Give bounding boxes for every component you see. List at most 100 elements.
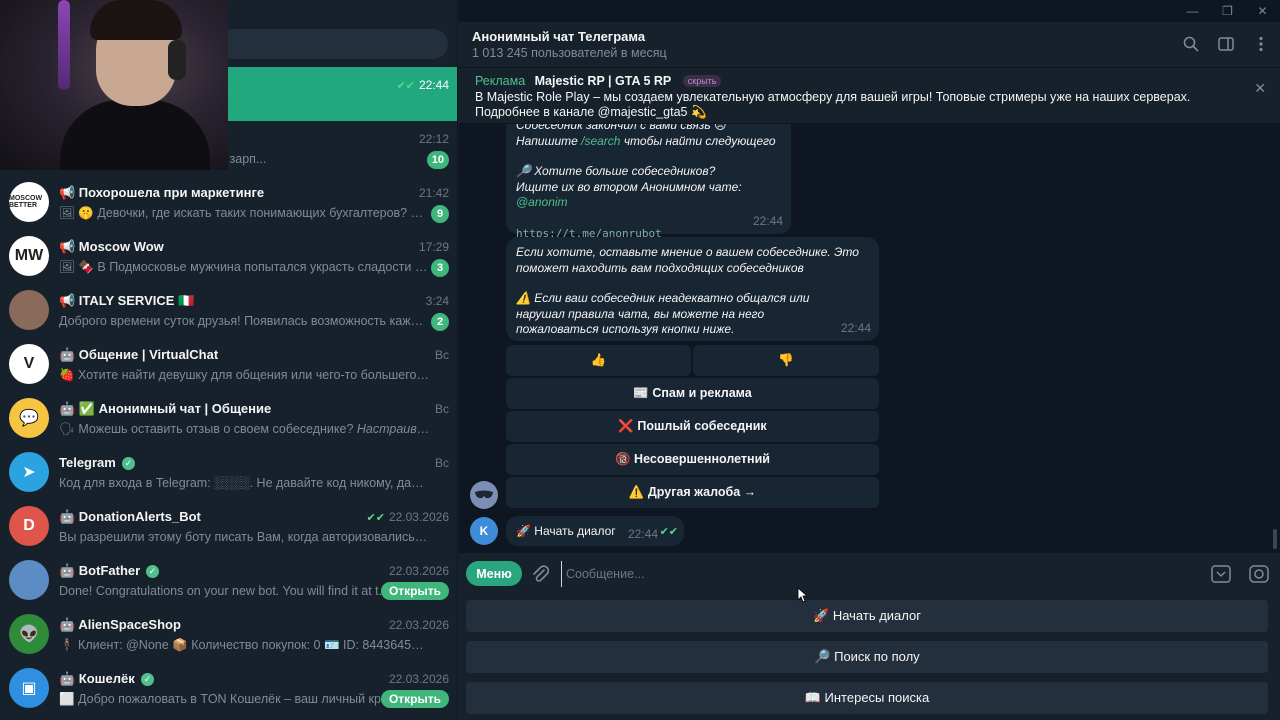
ad-hide-button[interactable]: скрыть: [682, 75, 722, 87]
chat-avatar: V: [9, 344, 49, 384]
minimize-icon[interactable]: —: [1175, 0, 1210, 22]
open-app-button[interactable]: Открыть: [380, 690, 449, 708]
message-time: 22:44: [627, 527, 658, 541]
close-icon[interactable]: ✕: [1254, 80, 1266, 97]
dislike-button[interactable]: 👎: [693, 345, 879, 376]
chat-preview: 🖼 🍫 В Подмосковье мужчина попытался укра…: [59, 260, 429, 274]
report-minor-button[interactable]: 🔞 Несовершеннолетний: [506, 444, 879, 475]
close-window-icon[interactable]: ✕: [1245, 0, 1280, 22]
open-app-button[interactable]: Открыть: [380, 582, 449, 600]
message-text: 🚀 Начать диалог: [516, 524, 616, 538]
chat-list-item[interactable]: V 🤖 Общение | VirtualChat Вс 🍓 Хотите найти…: [0, 337, 457, 391]
start-dialog-button[interactable]: 🚀 Начать диалог: [466, 600, 1268, 632]
bot-keyboard-icon[interactable]: [1210, 563, 1232, 585]
sponsored-banner[interactable]: Реклама Majestic RP | GTA 5 RP скрыть В …: [459, 67, 1280, 123]
report-other-button[interactable]: ⚠️ Другая жалоба →: [506, 477, 879, 508]
unread-badge: 10: [426, 151, 449, 169]
chat-time: 17:29: [418, 240, 449, 254]
message-composer: Меню: [459, 553, 1280, 595]
bot-message: Собеседник закончил с вами связь 😞 Напиш…: [506, 124, 791, 240]
bot-menu-button[interactable]: Меню: [466, 561, 522, 586]
chat-avatar: D: [9, 506, 49, 546]
chat-list-item[interactable]: 🤖 BotFather ✓ 22.03.2026 Done! Congratulati…: [0, 553, 457, 607]
chat-avatar: MW: [9, 236, 49, 276]
message-time: 22:44: [840, 320, 871, 335]
chat-time: Вс: [434, 348, 449, 362]
report-spam-button[interactable]: 📰 Спам и реклама: [506, 378, 879, 409]
chat-list-item[interactable]: MOSCOW BETTER 📢 Похорошела при маркетинге…: [0, 175, 457, 229]
like-button[interactable]: 👍: [506, 345, 691, 376]
message-text: 🔎 Хотите больше собеседников?: [516, 164, 716, 178]
message-text: Если хотите, оставьте мнение о вашем соб…: [516, 245, 859, 275]
chat-name: 📢 ITALY SERVICE 🇮🇹: [59, 293, 195, 308]
chat-list-item[interactable]: 💬 🤖 ✅ Анонимный чат | Общение Вс 🗣 Можешь о…: [0, 391, 457, 445]
camera-icon[interactable]: [1248, 563, 1270, 585]
report-vulgar-button[interactable]: ❌ Пошлый собеседник: [506, 411, 879, 442]
chat-list-item[interactable]: D 🤖 DonationAlerts_Bot ✔✔ 22.03.2026 Вы разр…: [0, 499, 457, 553]
message-text: Собеседник закончил с вами связь 😞: [516, 124, 727, 132]
chat-header[interactable]: Анонимный чат Телеграма 1 013 245 пользо…: [459, 22, 1280, 67]
chat-name: 🤖 Общение | VirtualChat: [59, 347, 219, 362]
command-link[interactable]: /search: [581, 134, 620, 148]
chat-avatar: ➤: [9, 452, 49, 492]
chat-avatar: 💬: [9, 398, 49, 438]
chat-name: 📢 Похорошела при маркетинге: [59, 185, 265, 200]
restore-icon[interactable]: ❐: [1210, 0, 1245, 22]
chat-time: 22.03.2026: [388, 618, 449, 632]
message-list: Собеседник закончил с вами связь 😞 Напиш…: [459, 124, 1280, 552]
chat-time: 22.03.2026: [388, 564, 449, 578]
chat-subtitle: 1 013 245 пользователей в месяц: [472, 46, 667, 60]
read-checkmarks-icon: ✔✔: [396, 80, 415, 92]
chat-time: 21:42: [418, 186, 449, 200]
read-checkmarks-icon: ✔✔: [366, 512, 385, 524]
chat-list-item[interactable]: MW 📢 Moscow Wow 17:29 🖼 🍫 В Подмосковье муж…: [0, 229, 457, 283]
chat-list-item[interactable]: ▣ 🤖 Кошелёк ✓ 22.03.2026 ⬜ Добро пожаловать …: [0, 661, 457, 715]
chat-preview: ⬜ Добро пожаловать в TON Кошелёк – ваш л…: [59, 692, 399, 706]
chat-avatar: MOSCOW BETTER: [9, 182, 49, 222]
scrollbar[interactable]: [1273, 529, 1277, 549]
user-message: 🚀 Начать диалог 22:44 ✔✔: [506, 516, 684, 546]
verified-icon: ✓: [122, 457, 135, 470]
chat-preview: 🍓 Хотите найти девушку для общения или ч…: [59, 368, 429, 382]
chat-preview: 🗣 Можешь оставить отзыв о своем собеседн…: [59, 422, 429, 436]
chat-name: 🤖 Кошелёк: [59, 671, 135, 686]
ad-tag: Реклама: [475, 74, 526, 88]
verified-icon: ✓: [146, 565, 159, 578]
chat-avatar: ▣: [9, 668, 49, 708]
paperclip-icon[interactable]: [529, 563, 551, 585]
search-interests-button[interactable]: 📖 Интересы поиска: [466, 682, 1268, 714]
user-avatar[interactable]: K: [470, 517, 498, 545]
chat-time: Вс: [434, 402, 449, 416]
webcam-overlay: [0, 0, 228, 170]
bot-avatar[interactable]: [470, 481, 498, 509]
chat-list-item[interactable]: 👽 🤖 AlienSpaceShop 22.03.2026 🕴 Клиент: @No…: [0, 607, 457, 661]
chat-preview: 🖼 🤫 Девочки, где искать таких понимающих…: [59, 206, 429, 220]
chat-list-item[interactable]: ➤ Telegram ✓ Вс Код для входа в Telegram: ░░…: [0, 445, 457, 499]
ad-text: В Majestic Role Play – мы создаем увлека…: [475, 90, 1191, 119]
chat-list-item[interactable]: 📢 ITALY SERVICE 🇮🇹 3:24 Доброго времени су…: [0, 283, 457, 337]
chat-name: 📢 Moscow Wow: [59, 239, 164, 254]
message-text: ⚠️ Если ваш собеседник неадекватно общал…: [516, 291, 810, 336]
unread-badge: 9: [431, 205, 449, 223]
chat-panel: Анонимный чат Телеграма 1 013 245 пользо…: [459, 0, 1280, 720]
unread-badge: 2: [431, 313, 449, 331]
window-controls: — ❐ ✕: [1175, 0, 1280, 22]
chat-time: 22:12: [418, 132, 449, 146]
chat-preview: Done! Congratulations on your new bot. Y…: [59, 584, 403, 598]
message-time: 22:44: [752, 213, 783, 228]
mouse-cursor-icon: [797, 587, 807, 603]
message-input[interactable]: [561, 561, 1181, 587]
mention-link[interactable]: @anonim: [516, 195, 568, 209]
chat-name: 🤖 ✅ Анонимный чат | Общение: [59, 401, 272, 416]
chat-preview: Доброго времени суток друзья! Появилась …: [59, 314, 429, 328]
bot-message: Если хотите, оставьте мнение о вашем соб…: [506, 237, 879, 341]
chat-avatar: [9, 560, 49, 600]
sidebar-toggle-icon[interactable]: [1215, 33, 1237, 55]
search-icon[interactable]: [1180, 33, 1202, 55]
more-icon[interactable]: [1250, 33, 1272, 55]
chat-avatar: [9, 290, 49, 330]
reply-keyboard: 🚀 Начать диалог 🔎 Поиск по полу 📖 Интере…: [459, 595, 1280, 720]
chat-name: Telegram: [59, 455, 116, 470]
telegram-app: ✔✔22:44r22:12выглядит та самая огромная …: [0, 0, 1280, 720]
search-by-gender-button[interactable]: 🔎 Поиск по полу: [466, 641, 1268, 673]
